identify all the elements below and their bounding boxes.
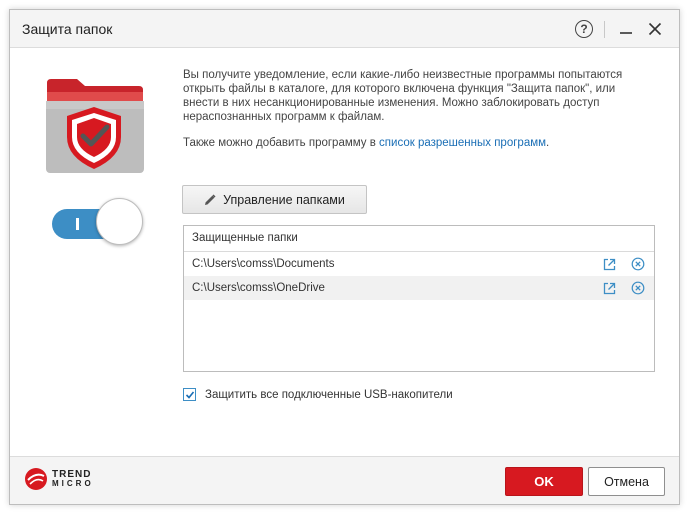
ok-button[interactable]: OK xyxy=(505,467,583,496)
open-external-icon[interactable] xyxy=(603,282,616,295)
titlebar-divider xyxy=(604,21,605,38)
usb-protection-checkbox[interactable] xyxy=(183,388,196,401)
protected-folders-header: Защищенные папки xyxy=(184,226,654,252)
folder-row[interactable]: C:\Users\comss\Documents xyxy=(184,252,654,276)
logo-line-2: MICRO xyxy=(52,479,94,488)
dialog-footer: TREND MICRO OK Отмена xyxy=(10,456,679,504)
pencil-icon xyxy=(204,193,216,206)
manage-folders-button[interactable]: Управление папками xyxy=(182,185,367,214)
remove-circle-icon[interactable] xyxy=(631,257,645,271)
folder-protection-dialog: Защита папок ? Вы получите уведомление, … xyxy=(9,9,680,505)
allowed-suffix: . xyxy=(546,137,550,149)
allowed-programs-link[interactable]: список разрешенных программ xyxy=(379,137,546,149)
manage-folders-label: Управление папками xyxy=(223,192,345,207)
folder-shield-icon xyxy=(46,79,144,173)
trend-micro-logo: TREND MICRO xyxy=(24,467,94,491)
close-button[interactable] xyxy=(644,18,666,40)
cancel-button[interactable]: Отмена xyxy=(588,467,665,496)
protection-toggle[interactable] xyxy=(52,198,144,250)
allowed-programs-text: Также можно добавить программу в список … xyxy=(183,137,653,149)
minimize-button[interactable] xyxy=(615,18,637,40)
close-icon xyxy=(648,22,662,36)
folder-path: C:\Users\comss\OneDrive xyxy=(192,282,325,294)
folder-row[interactable]: C:\Users\comss\OneDrive xyxy=(184,276,654,300)
open-external-icon[interactable] xyxy=(603,258,616,271)
allowed-prefix: Также можно добавить программу в xyxy=(183,137,380,149)
checkmark-icon xyxy=(185,390,194,399)
minimize-icon xyxy=(620,32,632,34)
description-text: Вы получите уведомление, если какие-либо… xyxy=(183,69,623,123)
title-bar: Защита папок ? xyxy=(10,10,679,48)
protected-folders-list: Защищенные папки C:\Users\comss\Document… xyxy=(183,225,655,372)
logo-line-1: TREND xyxy=(52,469,92,480)
usb-protection-option: Защитить все подключенные USB-накопители xyxy=(183,388,453,401)
toggle-knob xyxy=(96,198,143,245)
trend-micro-logo-mark xyxy=(25,468,47,490)
help-icon: ? xyxy=(575,20,593,38)
usb-protection-label: Защитить все подключенные USB-накопители xyxy=(205,388,453,401)
help-button[interactable]: ? xyxy=(573,18,595,40)
dialog-title: Защита папок xyxy=(22,21,113,37)
folder-path: C:\Users\comss\Documents xyxy=(192,258,335,270)
remove-circle-icon[interactable] xyxy=(631,281,645,295)
toggle-on-mark xyxy=(76,218,79,230)
